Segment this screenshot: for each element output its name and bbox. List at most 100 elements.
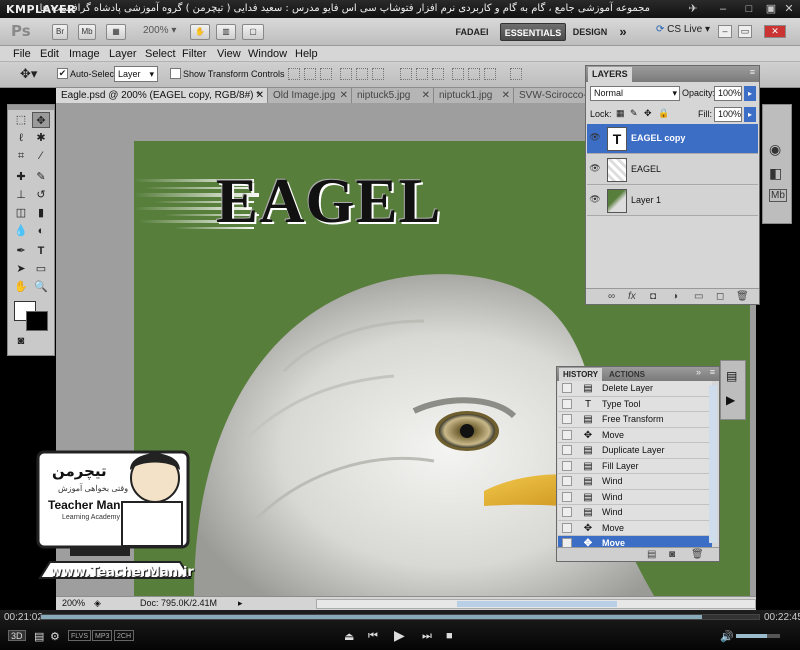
history-item[interactable]: ▤ Delete Layer xyxy=(558,381,712,397)
next-icon[interactable]: ⏭ xyxy=(422,630,432,643)
auto-align-icon[interactable] xyxy=(510,68,522,80)
distribute-right-icon[interactable] xyxy=(484,68,496,80)
healing-brush-icon[interactable]: ✚ xyxy=(12,169,30,185)
history-item[interactable]: ✥ Move xyxy=(558,427,712,443)
distribute-left-icon[interactable] xyxy=(452,68,464,80)
minimize-icon[interactable]: – xyxy=(716,2,730,16)
fullscreen-icon[interactable]: ▣ xyxy=(764,2,778,16)
badge-3d[interactable]: 3D xyxy=(8,630,26,641)
minibridge-panel-icon[interactable]: Mb xyxy=(769,189,787,202)
align-hcenter-icon[interactable] xyxy=(356,68,368,80)
ps-close-icon[interactable]: ✕ xyxy=(764,25,786,38)
menu-select[interactable]: Select xyxy=(145,46,176,62)
hand-tool-button[interactable]: ✋ xyxy=(190,24,210,40)
quick-select-tool-icon[interactable]: ✱ xyxy=(32,130,50,146)
visibility-eye-icon[interactable]: 👁 xyxy=(589,132,601,144)
history-brush-source-box[interactable] xyxy=(562,491,572,502)
history-brush-source-box[interactable] xyxy=(562,460,572,471)
lock-transparent-icon[interactable]: ▦ xyxy=(616,108,625,119)
prev-icon[interactable]: ⏮ xyxy=(368,630,378,643)
menu-layer[interactable]: Layer xyxy=(109,46,137,62)
eraser-tool-icon[interactable]: ◫ xyxy=(12,205,30,221)
history-item[interactable]: ▤ Free Transform xyxy=(558,412,712,428)
workspace-design[interactable]: DESIGN xyxy=(570,23,610,41)
visibility-eye-icon[interactable]: 👁 xyxy=(589,163,601,175)
tab-scirocco[interactable]: SVW-Scirocco-G xyxy=(514,88,586,103)
visibility-eye-icon[interactable]: 👁 xyxy=(589,194,601,206)
ps-minimize-icon[interactable]: – xyxy=(718,25,732,38)
cs-live-menu[interactable]: ⟳ CS Live ▾ xyxy=(656,24,710,35)
eject-icon[interactable]: ⏏ xyxy=(344,630,354,643)
tab-actions[interactable]: ACTIONS xyxy=(605,368,649,381)
seek-bar[interactable] xyxy=(40,614,760,620)
mask-icon[interactable]: ◘ xyxy=(650,291,656,302)
menu-view[interactable]: View xyxy=(217,46,241,62)
history-brush-source-box[interactable] xyxy=(562,398,572,409)
dodge-tool-icon[interactable]: ◐ xyxy=(32,223,50,239)
pen-tool-icon[interactable]: ✒ xyxy=(12,243,30,259)
lock-image-icon[interactable]: ✎ xyxy=(630,108,638,119)
menu-edit[interactable]: Edit xyxy=(40,46,59,62)
crop-tool-icon[interactable]: ⌗ xyxy=(12,148,30,164)
fill-input[interactable]: 100% xyxy=(714,107,742,122)
distribute-vcenter-icon[interactable] xyxy=(416,68,428,80)
hand-tool-icon[interactable]: ✋ xyxy=(12,279,30,295)
group-icon[interactable]: ▭ xyxy=(694,291,703,302)
panel-menu-icon[interactable]: ≡ xyxy=(710,367,715,377)
distribute-hcenter-icon[interactable] xyxy=(468,68,480,80)
opacity-slider-icon[interactable]: ▸ xyxy=(744,86,756,101)
history-brush-source-box[interactable] xyxy=(562,383,572,393)
pin-icon[interactable]: ✈ xyxy=(686,2,700,16)
history-brush-source-box[interactable] xyxy=(562,507,572,517)
move-tool-icon[interactable]: ✥ xyxy=(32,112,50,128)
auto-select-checkbox[interactable]: ✔ xyxy=(57,68,68,79)
menu-window[interactable]: Window xyxy=(248,46,287,62)
history-panel-header[interactable]: HISTORY ACTIONS » ≡ xyxy=(557,367,719,381)
status-arrow-icon[interactable]: ▸ xyxy=(238,598,243,609)
menu-file[interactable]: File xyxy=(13,46,31,62)
history-scrollbar[interactable] xyxy=(709,385,717,543)
history-item[interactable]: T Type Tool xyxy=(558,396,712,412)
status-zoom[interactable]: 200% xyxy=(62,598,85,608)
history-item[interactable]: ▤ Fill Layer xyxy=(558,458,712,474)
arrange-documents-button[interactable]: ▥ xyxy=(216,24,236,40)
fx-icon[interactable]: fx xyxy=(628,291,636,302)
blend-mode-select[interactable]: Normal ▾ xyxy=(590,86,680,101)
lock-all-icon[interactable]: 🔒 xyxy=(658,108,669,119)
show-transform-checkbox[interactable] xyxy=(170,68,181,79)
color-panel-icon[interactable]: ◉ xyxy=(769,141,781,158)
menu-help[interactable]: Help xyxy=(295,46,318,62)
align-top-icon[interactable] xyxy=(288,68,300,80)
adjustment-icon[interactable]: ◑ xyxy=(672,291,678,302)
lasso-tool-icon[interactable]: ℓ xyxy=(12,130,30,146)
blur-tool-icon[interactable]: 💧 xyxy=(12,223,30,239)
scrollbar-thumb[interactable] xyxy=(457,601,617,607)
actions-panel-icon[interactable]: ▶ xyxy=(726,393,735,407)
history-item[interactable]: ▤ Wind xyxy=(558,505,712,521)
fill-slider-icon[interactable]: ▸ xyxy=(744,107,756,122)
align-left-icon[interactable] xyxy=(340,68,352,80)
distribute-bottom-icon[interactable] xyxy=(432,68,444,80)
new-layer-icon[interactable]: ◻ xyxy=(716,291,724,302)
close-icon[interactable]: ✕ xyxy=(340,88,348,103)
type-tool-icon[interactable]: T xyxy=(32,243,50,259)
brush-tool-icon[interactable]: ✎ xyxy=(32,169,50,185)
close-icon[interactable]: ✕ xyxy=(422,88,430,103)
workspace-fadaei[interactable]: FADAEI xyxy=(450,23,494,41)
minibridge-button[interactable]: Mb xyxy=(78,24,96,40)
view-extras-button[interactable]: ▦ xyxy=(106,24,126,40)
snapshot-from-state-icon[interactable]: ▤ xyxy=(647,549,656,560)
history-brush-icon[interactable]: ↺ xyxy=(32,187,50,203)
horizontal-scrollbar[interactable] xyxy=(316,599,756,609)
tab-old-image[interactable]: Old Image.jpg ✕ xyxy=(268,88,352,103)
workspace-essentials[interactable]: ESSENTIALS xyxy=(500,23,566,41)
status-menu-icon[interactable]: ◈ xyxy=(94,598,101,609)
panel-menu-icon[interactable]: ≡ xyxy=(750,67,755,77)
history-item[interactable]: ▤ Wind xyxy=(558,474,712,490)
zoom-tool-icon[interactable]: 🔍 xyxy=(32,279,50,295)
close-icon[interactable]: ✕ xyxy=(502,88,510,103)
settings-icon[interactable]: ⚙ xyxy=(50,630,60,643)
player-title-bar[interactable]: KMPLAYER مجموعه آموزشی جامع ، گام به گام… xyxy=(0,0,800,18)
tab-niptuck1[interactable]: niptuck1.jpg ✕ xyxy=(434,88,514,103)
ps-restore-icon[interactable]: ▭ xyxy=(738,25,752,38)
